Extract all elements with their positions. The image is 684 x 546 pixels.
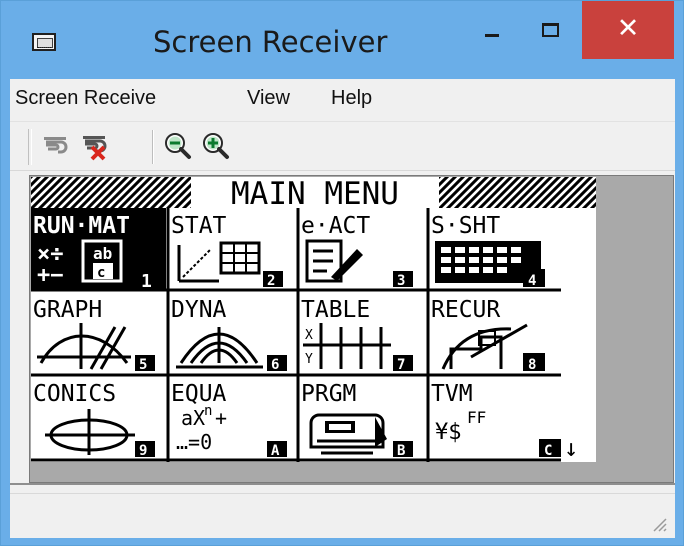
scroll-down-arrow: ↓ [564,434,578,462]
svg-text:Y: Y [305,352,313,367]
tile-label: S·SHT [431,213,500,239]
tile-number: 3 [397,273,405,289]
tile-number: 4 [528,273,536,289]
calculator-display: MAIN MENU RUN·MAT ×÷ +− ab c 1 STAT 2 e·… [31,176,596,462]
tile-number: 2 [267,273,275,289]
maximize-button[interactable] [525,1,581,59]
app-window: Screen Receiver ✕ Screen Receive View He… [0,0,684,546]
tile-label: GRAPH [33,297,102,323]
tile-label: TABLE [301,297,370,323]
tile-e-act[interactable]: e·ACT 3 [301,213,413,289]
screen-viewport[interactable]: MAIN MENU RUN·MAT ×÷ +− ab c 1 STAT 2 e·… [29,175,674,483]
zoom-in-button[interactable] [201,131,231,161]
close-icon: ✕ [616,13,640,44]
tile-label: STAT [171,213,227,239]
header-hatch-left [31,177,191,208]
tile-number: 1 [141,271,152,292]
toolbar-separator [152,130,154,164]
tile-graph[interactable]: GRAPH 5 [33,297,155,373]
tvm-currency: ¥$ [435,420,462,445]
svg-text:c: c [97,265,105,281]
receive-button[interactable] [41,131,71,161]
tile-label: RECUR [431,297,500,323]
tile-conics[interactable]: CONICS 9 [33,381,155,459]
tile-prgm[interactable]: PRGM B [301,381,413,459]
equa-exponent: n [204,403,212,419]
tile-run-mat[interactable]: RUN·MAT ×÷ +− ab c 1 [31,208,166,292]
title-bar[interactable]: Screen Receiver ✕ [1,1,683,79]
svg-text:ab: ab [93,244,112,263]
maximize-icon [542,23,559,37]
main-menu-header: MAIN MENU [231,177,399,212]
menu-view[interactable]: View [247,87,290,110]
tile-stat[interactable]: STAT 2 [171,213,283,289]
status-bar [10,493,675,538]
client-area: Screen Receive View Help MAIN MENU RUN·M… [10,79,675,538]
tile-label: CONICS [33,381,116,407]
tile-dyna[interactable]: DYNA 6 [171,297,287,373]
receive-icon [44,137,68,154]
tile-equa[interactable]: EQUA aX n + …=0 A [171,381,287,459]
minimize-button[interactable] [466,1,522,59]
equa-formula: aX [181,406,205,430]
tile-label: RUN·MAT [33,213,130,239]
tile-number: 6 [271,357,279,373]
minimize-icon [485,34,499,37]
tile-recur[interactable]: RECUR 8 [431,297,545,373]
stop-receive-icon [83,136,107,161]
toolbar [10,122,675,171]
menu-screen-receive[interactable]: Screen Receive [15,87,156,110]
tile-label: TVM [431,381,473,407]
svg-text:+−: +− [37,263,64,288]
tile-number: A [271,443,280,459]
tvm-ff: FF [467,408,486,427]
equa-plus: + [215,406,227,430]
tile-number: 5 [139,357,147,373]
tile-s-sht[interactable]: S·SHT 4 [431,213,545,289]
tile-label: EQUA [171,381,227,407]
tile-table[interactable]: TABLE X Y 7 [301,297,413,373]
svg-text:X: X [305,328,313,343]
tile-label: DYNA [171,297,227,323]
tile-number: 8 [528,357,536,373]
zoom-in-icon [203,133,229,159]
tile-number: 7 [397,357,405,373]
header-hatch-right [439,177,596,208]
stop-receive-button[interactable] [80,131,110,161]
calculator-screen: MAIN MENU RUN·MAT ×÷ +− ab c 1 STAT 2 e·… [31,176,596,462]
zoom-out-button[interactable] [163,131,193,161]
toolbar-grip [28,129,32,165]
tile-number: C [544,443,552,459]
menu-help[interactable]: Help [331,87,372,110]
resize-grip-icon[interactable] [649,514,667,532]
tile-label: PRGM [301,381,356,407]
menu-bar: Screen Receive View Help [10,79,675,122]
calculator-app-icon[interactable] [32,33,56,51]
equa-equals-zero: …=0 [176,430,212,454]
tile-number: B [397,443,405,459]
tile-label: e·ACT [301,213,370,239]
close-button[interactable]: ✕ [582,1,674,59]
tile-tvm[interactable]: TVM ¥$ FF C [431,381,561,459]
status-divider [10,483,675,485]
window-title: Screen Receiver [153,25,388,59]
tile-number: 9 [139,443,147,459]
zoom-out-icon [165,133,191,159]
